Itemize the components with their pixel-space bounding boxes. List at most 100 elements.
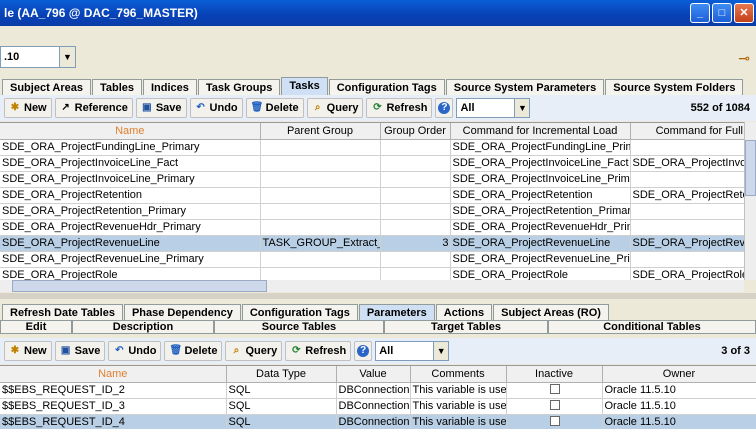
task-cell[interactable]: SDE_ORA_ProjectInvoiceLine_Primary — [450, 171, 631, 188]
query-param-button[interactable]: ⌕ Query — [225, 341, 283, 361]
tab-edit[interactable]: Edit — [0, 320, 72, 334]
task-cell[interactable]: SDE_ORA_ProjectRole — [450, 267, 631, 280]
reference-button[interactable]: ↗ Reference — [54, 98, 133, 118]
col-header-group-order[interactable]: Group Order — [380, 123, 451, 140]
task-cell[interactable]: SDE_ORA_ProjectRole — [0, 267, 261, 280]
tab-tasks[interactable]: Tasks — [281, 77, 328, 96]
task-cell[interactable] — [260, 251, 381, 268]
task-cell[interactable]: SDE_ORA_ProjectRetention_Primary — [450, 203, 631, 220]
task-row[interactable]: SDE_ORA_ProjectFundingLine_Primary SDE_OR… — [0, 139, 744, 156]
params-filter-select[interactable]: All ▼ — [375, 341, 450, 361]
close-button[interactable]: ✕ — [734, 3, 754, 23]
param-cell[interactable]: Oracle 11.5.10 — [602, 414, 756, 429]
param-cell[interactable]: DBConnection... — [336, 398, 411, 415]
new-button[interactable]: ✱ New — [4, 98, 52, 118]
param-col-owner[interactable]: Owner — [602, 366, 756, 383]
tab-refresh-date-tables[interactable]: Refresh Date Tables — [2, 304, 123, 321]
task-cell[interactable]: TASK_GROUP_Extract_... — [260, 235, 381, 252]
param-row[interactable]: $$EBS_REQUEST_ID_2SQLDBConnection...This… — [0, 382, 756, 399]
task-cell[interactable] — [260, 203, 381, 220]
param-cell[interactable] — [506, 382, 603, 399]
task-cell[interactable]: SDE_ORA_ProjectFundingLine_Primary — [0, 139, 261, 156]
maximize-button[interactable]: □ — [712, 3, 732, 23]
refresh-param-button[interactable]: ⟳ Refresh — [285, 341, 352, 361]
task-cell[interactable] — [380, 203, 451, 220]
task-cell[interactable] — [380, 139, 451, 156]
tab-configuration-tags[interactable]: Configuration Tags — [328, 79, 445, 96]
tab-configuration-tags-detail[interactable]: Configuration Tags — [241, 304, 358, 321]
param-row[interactable]: $$EBS_REQUEST_ID_4SQLDBConnection...This… — [0, 414, 756, 429]
param-col-comments[interactable]: Comments — [410, 366, 507, 383]
param-cell[interactable]: DBConnection... — [336, 382, 411, 399]
tab-description[interactable]: Description — [72, 320, 214, 334]
delete-button[interactable]: 🗑 Delete — [245, 98, 304, 118]
task-cell[interactable] — [630, 219, 744, 236]
save-param-button[interactable]: ▣ Save — [54, 341, 106, 361]
task-cell[interactable] — [380, 171, 451, 188]
task-cell[interactable] — [380, 155, 451, 172]
col-header-parent-group[interactable]: Parent Group — [260, 123, 381, 140]
task-row[interactable]: SDE_ORA_ProjectRetention_Primary SDE_ORA_… — [0, 203, 744, 220]
param-col-data-type[interactable]: Data Type — [226, 366, 337, 383]
param-col-inactive[interactable]: Inactive — [506, 366, 603, 383]
param-cell[interactable]: DBConnection... — [336, 414, 411, 429]
filter-select[interactable]: All ▼ — [456, 98, 531, 118]
param-cell[interactable]: Oracle 11.5.10 — [602, 382, 756, 399]
task-cell[interactable]: SDE_ORA_ProjectRetention — [0, 187, 261, 204]
task-cell[interactable]: SDE_ORA_ProjectRevenueLine — [0, 235, 261, 252]
col-header-name[interactable]: Name — [0, 123, 261, 140]
inactive-checkbox[interactable] — [550, 399, 560, 410]
plug-icon[interactable]: ⊸ — [738, 50, 750, 67]
param-row[interactable]: $$EBS_REQUEST_ID_3SQLDBConnection...This… — [0, 398, 756, 415]
task-cell[interactable] — [630, 251, 744, 268]
task-cell[interactable]: SDE_ORA_ProjectRevenueHdr_Primary — [450, 219, 631, 236]
tab-tables[interactable]: Tables — [91, 79, 142, 96]
task-cell[interactable]: SDE_ORA_ProjectRevenueLine_Prim... — [450, 251, 631, 268]
task-cell[interactable]: SDE_ORA_ProjectRevenueLine — [450, 235, 631, 252]
inactive-checkbox[interactable] — [550, 415, 560, 426]
tab-subject-areas[interactable]: Subject Areas — [2, 79, 91, 96]
param-cell[interactable]: SQL — [226, 414, 337, 429]
tab-indices[interactable]: Indices — [143, 79, 197, 96]
task-cell[interactable] — [260, 155, 381, 172]
task-cell[interactable] — [260, 171, 381, 188]
task-cell[interactable]: SDE_ORA_ProjectInvoiceLine_Fact — [450, 155, 631, 172]
minimize-button[interactable]: _ — [690, 3, 710, 23]
tasks-vertical-scrollbar[interactable] — [744, 122, 756, 280]
param-cell[interactable]: $$EBS_REQUEST_ID_3 — [0, 398, 227, 415]
param-cell[interactable]: Oracle 11.5.10 — [602, 398, 756, 415]
delete-param-button[interactable]: 🗑 Delete — [164, 341, 223, 361]
task-cell[interactable]: SDE_ORA_ProjectFundingLine_Primary — [450, 139, 631, 156]
task-cell[interactable]: SDE_ORA_ProjectInvoiceLine_Fact — [0, 155, 261, 172]
help-param-button[interactable]: ? — [354, 341, 373, 361]
task-cell[interactable] — [630, 171, 744, 188]
task-cell[interactable]: SDE_ORA_ProjectRevenueHdr_Primary — [0, 219, 261, 236]
task-cell[interactable]: SDE_ORA_ProjectRevenu — [630, 235, 744, 252]
col-header-full-load[interactable]: Command for Full Loa — [630, 123, 744, 140]
tab-source-system-parameters[interactable]: Source System Parameters — [445, 79, 605, 96]
param-col-value[interactable]: Value — [336, 366, 411, 383]
undo-button[interactable]: ↶ Undo — [189, 98, 243, 118]
undo-param-button[interactable]: ↶ Undo — [108, 341, 162, 361]
task-cell[interactable]: SDE_ORA_ProjectRevenueLine_Primary — [0, 251, 261, 268]
param-cell[interactable]: This variable is use... — [410, 414, 507, 429]
task-cell[interactable] — [260, 219, 381, 236]
task-cell[interactable] — [380, 251, 451, 268]
task-cell[interactable] — [380, 187, 451, 204]
param-cell[interactable]: $$EBS_REQUEST_ID_4 — [0, 414, 227, 429]
param-cell[interactable] — [506, 414, 603, 429]
col-header-incremental[interactable]: Command for Incremental Load — [450, 123, 631, 140]
inactive-checkbox[interactable] — [550, 383, 560, 394]
task-cell[interactable]: SDE_ORA_ProjectRetention_Primary — [0, 203, 261, 220]
task-cell[interactable] — [380, 267, 451, 280]
task-row[interactable]: SDE_ORA_ProjectRevenueLine TASK_GROUP_Ext… — [0, 235, 744, 252]
param-cell[interactable] — [506, 398, 603, 415]
param-cell[interactable]: $$EBS_REQUEST_ID_2 — [0, 382, 227, 399]
split-divider[interactable] — [0, 293, 756, 299]
help-button[interactable]: ? — [435, 98, 454, 118]
task-row[interactable]: SDE_ORA_ProjectInvoiceLine_Primary SDE_OR… — [0, 171, 744, 188]
tab-source-system-folders[interactable]: Source System Folders — [605, 79, 744, 96]
tab-source-tables[interactable]: Source Tables — [214, 320, 384, 334]
param-cell[interactable]: SQL — [226, 382, 337, 399]
task-cell[interactable]: 3 — [380, 235, 451, 252]
